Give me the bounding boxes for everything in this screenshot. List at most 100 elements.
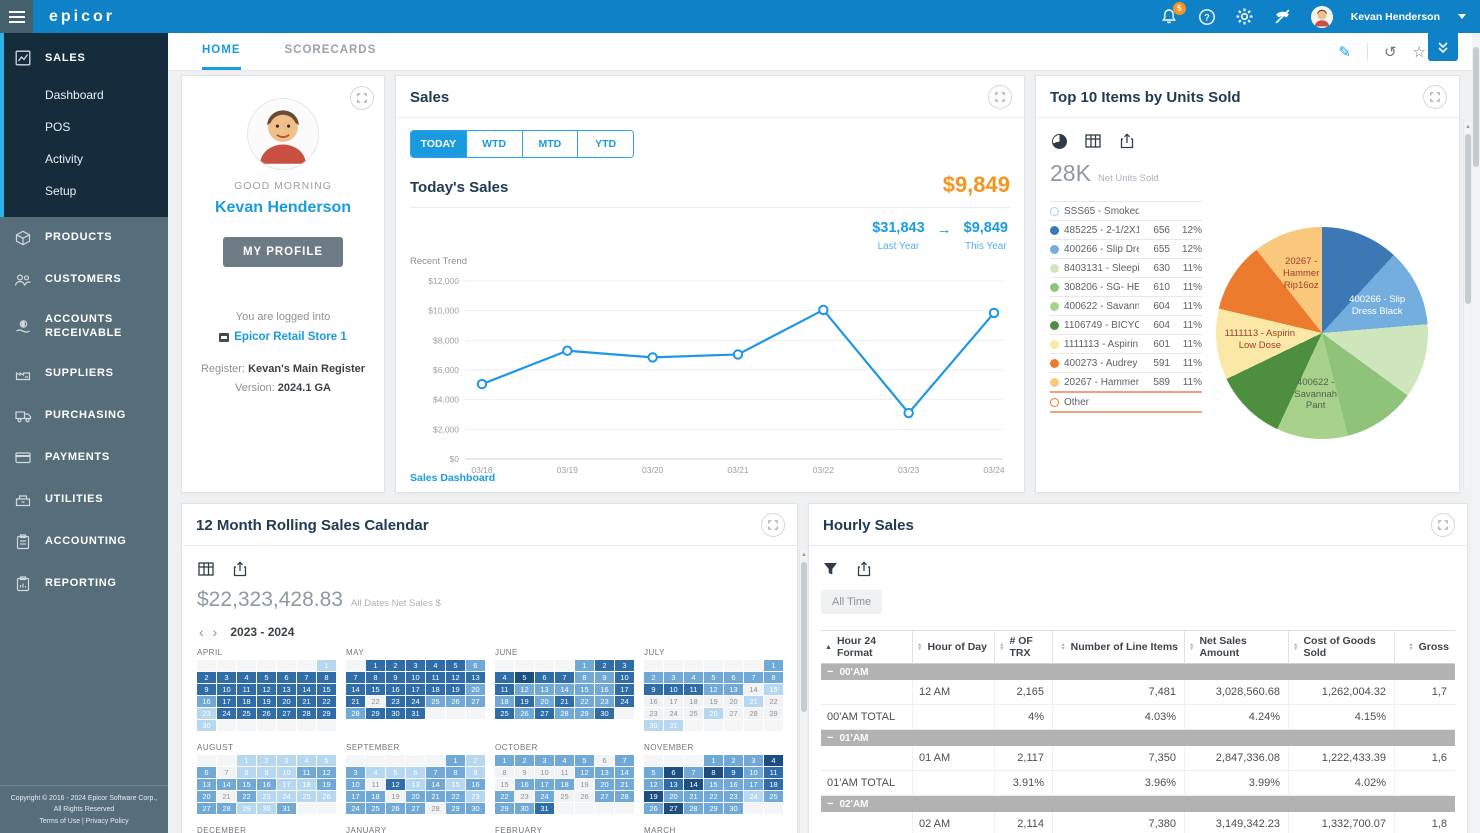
calendar-day-cell[interactable]: 18 — [297, 779, 316, 790]
my-profile-button[interactable]: MY PROFILE — [223, 237, 343, 267]
table-view-button[interactable] — [1084, 132, 1102, 150]
calendar-day-cell[interactable]: 22 — [446, 791, 465, 802]
calendar-day-cell[interactable]: 26 — [575, 791, 594, 802]
legend-item[interactable]: 20267 - Hammer Ri...58911% — [1050, 373, 1202, 393]
calendar-day-cell[interactable]: 16 — [386, 684, 405, 695]
calendar-day-cell[interactable]: 11 — [684, 684, 703, 695]
sidebar-item-setup[interactable]: Setup — [4, 175, 168, 207]
calendar-day-cell[interactable]: 19 — [515, 696, 534, 707]
calendar-day-cell[interactable]: 14 — [426, 779, 445, 790]
filter-button[interactable] — [821, 560, 839, 578]
calendar-day-cell[interactable]: 23 — [724, 791, 743, 802]
calendar-day-cell[interactable]: 6 — [535, 672, 554, 683]
calendar-day-cell[interactable]: 10 — [744, 767, 763, 778]
page-scrollbar[interactable] — [1472, 33, 1480, 833]
calendar-day-cell[interactable]: 21 — [426, 791, 445, 802]
calendar-day-cell[interactable]: 4 — [684, 672, 703, 683]
legend-item[interactable]: 400273 - Audrey D...59111% — [1050, 354, 1202, 373]
calendar-day-cell[interactable]: 22 — [764, 696, 783, 707]
export-button[interactable] — [1118, 132, 1136, 150]
column-header-gross[interactable]: ▲▼Gross — [1395, 631, 1455, 664]
calendar-day-cell[interactable]: 9 — [257, 767, 276, 778]
scroll-up-arrow[interactable]: ▲ — [1464, 124, 1472, 130]
calendar-day-cell[interactable]: 25 — [426, 696, 445, 707]
legend-item[interactable]: 400622 - Savannah ...60411% — [1050, 297, 1202, 316]
calendar-day-cell[interactable]: 25 — [237, 708, 256, 719]
calendar-day-cell[interactable]: 13 — [724, 684, 743, 695]
calendar-day-cell[interactable]: 30 — [197, 720, 216, 731]
calendar-day-cell[interactable]: 18 — [426, 684, 445, 695]
calendar-day-cell[interactable]: 14 — [555, 684, 574, 695]
calendar-day-cell[interactable]: 2 — [515, 755, 534, 766]
calendar-day-cell[interactable]: 26 — [317, 791, 336, 802]
calendar-day-cell[interactable]: 6 — [664, 767, 683, 778]
sidebar-item-accounts-receivable[interactable]: $ACCOUNTS RECEIVABLE — [0, 301, 168, 353]
calendar-day-cell[interactable]: 18 — [237, 696, 256, 707]
calendar-day-cell[interactable]: 23 — [644, 708, 663, 719]
calendar-day-cell[interactable]: 7 — [615, 755, 634, 766]
calendar-day-cell[interactable]: 14 — [684, 779, 703, 790]
calendar-day-cell[interactable]: 14 — [744, 684, 763, 695]
calendar-day-cell[interactable]: 19 — [704, 696, 723, 707]
sidebar-item-utilities[interactable]: UTILITIES — [0, 479, 168, 521]
settings-button[interactable] — [1235, 7, 1255, 27]
calendar-day-cell[interactable]: 5 — [386, 767, 405, 778]
calendar-day-cell[interactable]: 17 — [615, 684, 634, 695]
column-header-hour-of-day[interactable]: ▲▼Hour of Day — [913, 631, 995, 664]
pie-chart-view-button[interactable] — [1050, 132, 1068, 150]
calendar-day-cell[interactable]: 1 — [704, 755, 723, 766]
calendar-day-cell[interactable]: 16 — [724, 779, 743, 790]
calendar-day-cell[interactable]: 26 — [704, 708, 723, 719]
calendar-day-cell[interactable]: 4 — [555, 755, 574, 766]
calendar-day-cell[interactable]: 9 — [644, 684, 663, 695]
sidebar-item-suppliers[interactable]: SUPPLIERS — [0, 353, 168, 395]
calendar-day-cell[interactable]: 17 — [217, 696, 236, 707]
legend-item[interactable]: 308206 - SG- HEAV...61011% — [1050, 278, 1202, 297]
tab-scorecards[interactable]: SCORECARDS — [285, 33, 377, 70]
sidebar-item-accounting[interactable]: ACCOUNTING — [0, 521, 168, 563]
calendar-day-cell[interactable]: 10 — [664, 684, 683, 695]
calendar-day-cell[interactable]: 11 — [555, 767, 574, 778]
calendar-day-cell[interactable]: 26 — [446, 696, 465, 707]
calendar-day-cell[interactable]: 1 — [317, 660, 336, 671]
calendar-day-cell[interactable]: 25 — [366, 803, 385, 814]
calendar-day-cell[interactable]: 3 — [744, 755, 763, 766]
column-header-cost-of-goods-sold[interactable]: ▲▼Cost of Goods Sold — [1289, 631, 1395, 664]
sidebar-item-payments[interactable]: PAYMENTS — [0, 437, 168, 479]
calendar-day-cell[interactable]: 15 — [704, 779, 723, 790]
table-view-button[interactable] — [197, 560, 215, 578]
pie-chart[interactable] — [1216, 227, 1428, 439]
calendar-day-cell[interactable]: 4 — [366, 767, 385, 778]
range-tab-wtd[interactable]: WTD — [467, 131, 523, 157]
calendar-day-cell[interactable]: 31 — [535, 803, 554, 814]
calendar-day-cell[interactable]: 7 — [217, 767, 236, 778]
calendar-day-cell[interactable]: 27 — [724, 708, 743, 719]
calendar-day-cell[interactable]: 28 — [555, 708, 574, 719]
tab-home[interactable]: HOME — [202, 33, 241, 70]
scroll-up-arrow[interactable]: ▲ — [800, 552, 808, 558]
calendar-day-cell[interactable]: 19 — [446, 684, 465, 695]
calendar-day-cell[interactable]: 11 — [237, 684, 256, 695]
calendar-day-cell[interactable]: 17 — [535, 779, 554, 790]
calendar-day-cell[interactable]: 18 — [555, 779, 574, 790]
calendar-day-cell[interactable]: 26 — [257, 708, 276, 719]
hamburger-menu-button[interactable] — [0, 0, 33, 33]
legal-links[interactable]: Terms of Use | Privacy Policy — [4, 816, 164, 827]
calendar-day-cell[interactable]: 12 — [515, 684, 534, 695]
calendar-day-cell[interactable]: 28 — [615, 791, 634, 802]
calendar-day-cell[interactable]: 20 — [466, 684, 485, 695]
calendar-day-cell[interactable]: 20 — [724, 696, 743, 707]
calendar-day-cell[interactable]: 13 — [197, 779, 216, 790]
calendar-day-cell[interactable]: 25 — [684, 708, 703, 719]
calendar-day-cell[interactable]: 22 — [237, 791, 256, 802]
calendar-day-cell[interactable]: 27 — [595, 791, 614, 802]
calendar-day-cell[interactable]: 15 — [764, 684, 783, 695]
sidebar-item-customers[interactable]: CUSTOMERS — [0, 259, 168, 301]
calendar-day-cell[interactable]: 9 — [466, 767, 485, 778]
calendar-day-cell[interactable]: 23 — [595, 696, 614, 707]
sidebar-item-activity[interactable]: Activity — [4, 143, 168, 175]
calendar-day-cell[interactable]: 8 — [446, 767, 465, 778]
calendar-day-cell[interactable]: 22 — [704, 791, 723, 802]
calendar-day-cell[interactable]: 22 — [366, 696, 385, 707]
calendar-day-cell[interactable]: 2 — [595, 660, 614, 671]
